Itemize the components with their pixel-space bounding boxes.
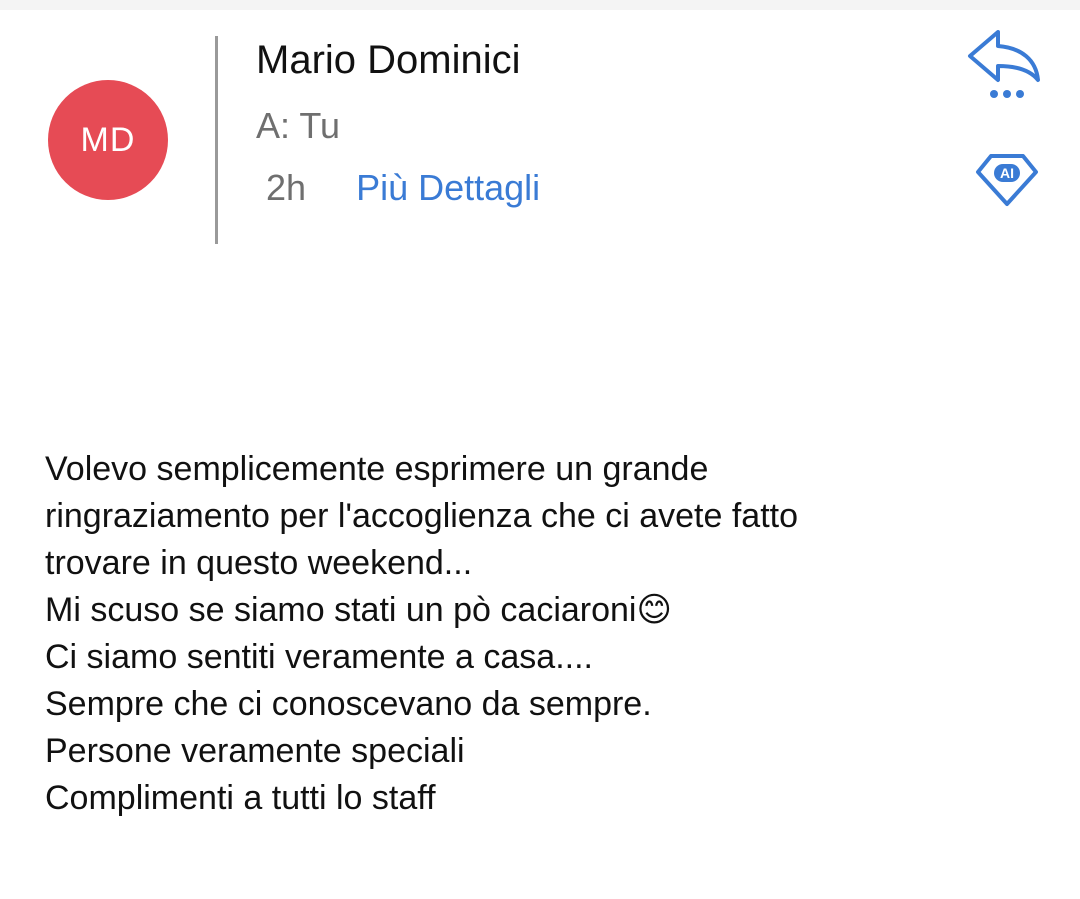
- recipient-line: A: Tu: [256, 105, 341, 146]
- status-bar-strip: [0, 0, 1080, 10]
- email-body: Volevo semplicemente esprimere un grande…: [45, 446, 1045, 822]
- body-line: Mi scuso se siamo stati un pò caciaroni😊: [45, 591, 672, 629]
- timestamp: 2h: [266, 167, 307, 208]
- meta-row: 2h Più Dettagli: [266, 166, 540, 210]
- ai-assistant-button[interactable]: AI: [974, 152, 1040, 208]
- body-line: Volevo semplicemente esprimere un grande: [45, 450, 709, 488]
- avatar[interactable]: MD: [48, 80, 168, 200]
- body-line: trovare in questo weekend...: [45, 544, 473, 582]
- svg-text:AI: AI: [1000, 165, 1014, 181]
- reply-icon: [968, 30, 1040, 98]
- avatar-initials: MD: [80, 120, 136, 159]
- body-line: Persone veramente speciali: [45, 732, 465, 770]
- more-dots-icon: [990, 90, 1024, 98]
- sender-name[interactable]: Mario Dominici: [256, 36, 521, 84]
- body-line: ringraziamento per l'accoglienza che ci …: [45, 497, 799, 535]
- header-divider: [215, 36, 218, 244]
- reply-button[interactable]: [964, 26, 1044, 102]
- body-line: Ci siamo sentiti veramente a casa....: [45, 638, 594, 676]
- more-details-link[interactable]: Più Dettagli: [356, 167, 540, 208]
- body-line: Complimenti a tutti lo staff: [45, 779, 436, 817]
- body-line: Sempre che ci conoscevano da sempre.: [45, 685, 652, 723]
- ai-diamond-icon: AI: [976, 154, 1038, 206]
